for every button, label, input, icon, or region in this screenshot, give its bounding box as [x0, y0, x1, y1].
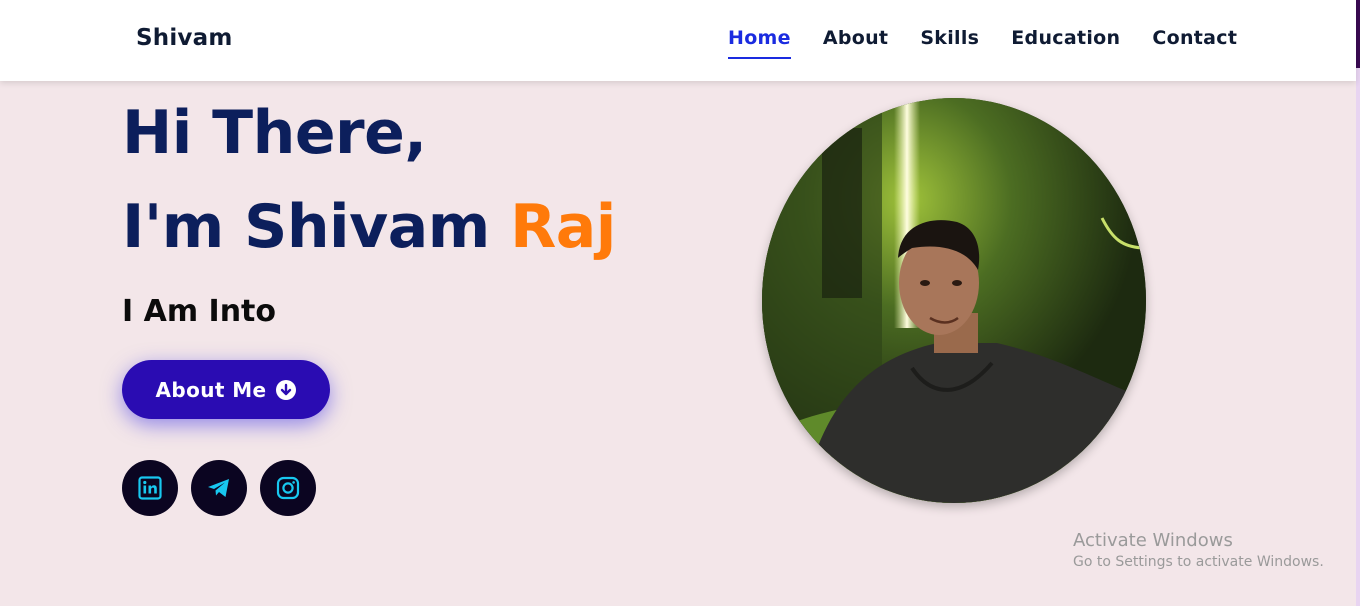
site-header: Shivam Home About Skills Education Conta… — [0, 0, 1356, 81]
nav-skills[interactable]: Skills — [920, 27, 979, 59]
nav-about[interactable]: About — [823, 27, 888, 59]
instagram-button[interactable] — [260, 460, 316, 516]
nav-education[interactable]: Education — [1011, 27, 1120, 59]
page-scrollbar[interactable] — [1356, 0, 1360, 606]
linkedin-icon — [138, 476, 162, 500]
telegram-icon — [208, 479, 229, 497]
about-me-label: About Me — [155, 377, 267, 402]
telegram-button[interactable] — [191, 460, 247, 516]
watermark-title: Activate Windows — [1073, 530, 1233, 551]
hero-greeting: Hi There, — [122, 98, 427, 168]
hero-name: I'm Shivam Raj — [122, 192, 616, 262]
brand-logo[interactable]: Shivam — [136, 25, 233, 51]
nav-home[interactable]: Home — [728, 27, 791, 59]
windows-activation-watermark: Activate Windows Go to Settings to activ… — [1073, 530, 1324, 570]
scrollbar-thumb[interactable] — [1356, 0, 1360, 68]
social-links — [122, 460, 316, 516]
nav-contact[interactable]: Contact — [1152, 27, 1237, 59]
main-nav: Home About Skills Education Contact — [728, 27, 1269, 59]
hero-name-accent: Raj — [510, 192, 616, 262]
arrow-down-circle-icon — [276, 379, 297, 400]
hero-name-main: I'm Shivam — [122, 192, 511, 262]
hero-subtitle: I Am Into — [122, 294, 276, 329]
profile-photo-art — [762, 98, 1146, 503]
profile-photo — [762, 98, 1146, 503]
about-me-button[interactable]: About Me — [122, 360, 330, 419]
linkedin-button[interactable] — [122, 460, 178, 516]
watermark-subtitle: Go to Settings to activate Windows. — [1073, 554, 1324, 570]
instagram-icon — [276, 476, 300, 500]
